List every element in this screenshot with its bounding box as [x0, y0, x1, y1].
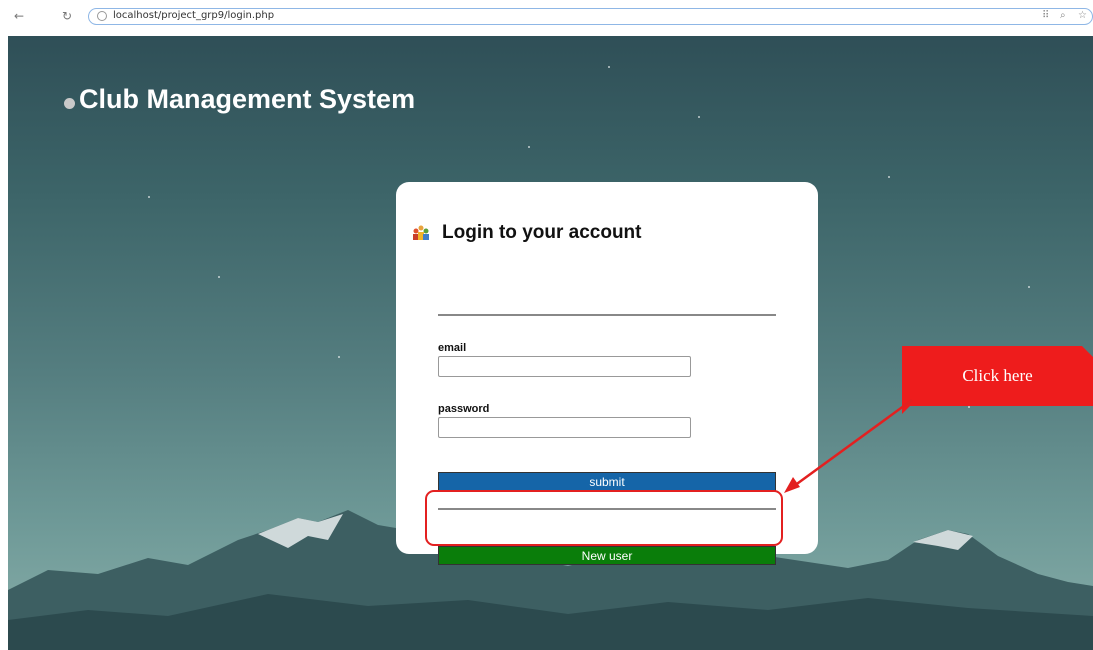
email-label: email — [438, 342, 467, 354]
click-here-callout: Click here — [902, 346, 1093, 406]
site-title: Club Management System — [64, 84, 415, 115]
grid-icon[interactable]: ⠿ — [1042, 10, 1049, 21]
people-group-icon — [413, 225, 429, 240]
login-title: Login to your account — [442, 222, 642, 243]
site-title-text: Club Management System — [79, 84, 416, 114]
highlight-box — [425, 490, 783, 546]
zoom-icon[interactable]: ⌕ — [1060, 10, 1066, 21]
page-background: Club Management System Login to your acc… — [8, 36, 1093, 650]
login-heading: Login to your account — [412, 222, 642, 244]
new-user-button[interactable]: New user — [438, 546, 776, 565]
callout-text: Click here — [962, 366, 1033, 385]
submit-button[interactable]: submit — [438, 472, 776, 491]
reload-icon[interactable]: ↻ — [60, 9, 74, 23]
password-label: password — [438, 403, 490, 415]
password-field[interactable] — [438, 417, 691, 438]
address-bar[interactable]: localhost/project_grp9/login.php — [88, 8, 1093, 25]
site-info-icon[interactable] — [97, 11, 107, 21]
star-icon[interactable]: ☆ — [1078, 10, 1087, 21]
url-text[interactable]: localhost/project_grp9/login.php — [113, 10, 274, 21]
bullet-dot-icon — [64, 98, 75, 109]
email-field[interactable] — [438, 356, 691, 377]
divider — [438, 314, 776, 316]
back-arrow-icon[interactable]: ← — [12, 9, 26, 23]
browser-toolbar: ← ↻ localhost/project_grp9/login.php ⠿ ⌕… — [0, 0, 1093, 36]
